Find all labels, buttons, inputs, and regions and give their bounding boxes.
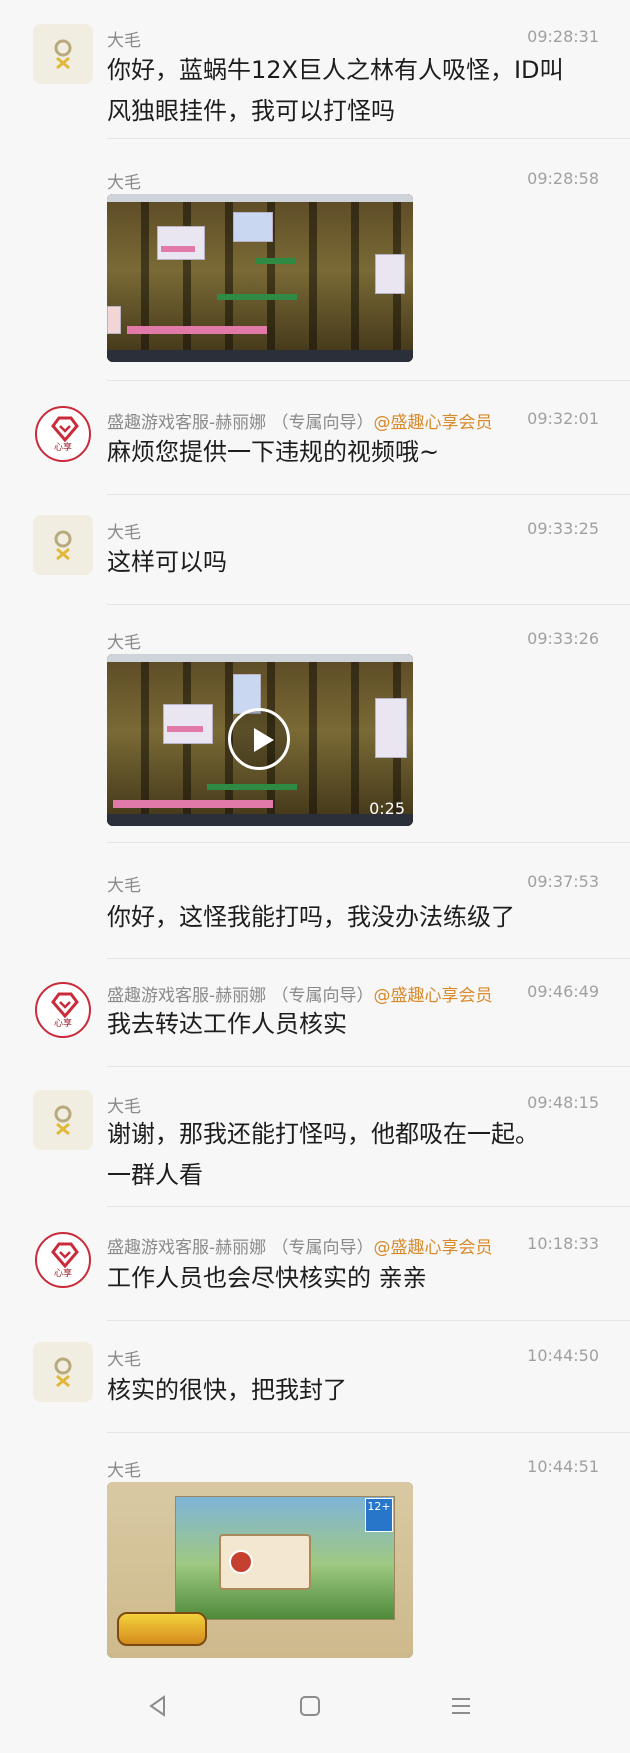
sender-name: 大毛 [107,523,141,543]
sender-name: 大毛 [107,876,141,896]
message-text: 核实的很快，把我封了 [107,1376,347,1404]
sender-name: 大毛 [107,1350,141,1370]
sender-name: 大毛 [107,31,141,51]
message-time: 09:28:58 [527,169,599,188]
message-time: 09:33:25 [527,519,599,538]
message-time: 09:48:15 [527,1093,599,1112]
cs-avatar-label: 心享 [53,443,72,453]
divider [107,1066,630,1067]
divider [107,380,630,381]
divider [107,1432,630,1433]
message-time: 10:44:50 [527,1346,599,1365]
sender-name: 盛趣游戏客服-赫丽娜 （专属向导）@盛趣心享会员 [107,1238,493,1258]
sender-name: 大毛 [107,633,141,653]
message-time: 09:33:26 [527,629,599,648]
user-avatar[interactable] [33,515,93,575]
cs-avatar[interactable]: 心享 [35,406,91,462]
image-thumbnail[interactable]: 12+ [107,1482,413,1658]
message-time: 09:32:01 [527,409,599,428]
message-text: 你好，蓝蜗牛12X巨人之林有人吸怪，ID叫 风独眼挂件，我可以打怪吗 [107,56,564,125]
divider [107,842,630,843]
ban-dialog [219,1534,311,1590]
sender-name: 大毛 [107,1461,141,1481]
divider [107,1206,630,1207]
age-rating-badge: 12+ [365,1498,393,1532]
message-time: 09:28:31 [527,27,599,46]
message-text: 你好，这怪我能打吗，我没办法练级了 [107,903,515,931]
cs-avatar[interactable]: 心享 [35,1232,91,1288]
sender-name: 盛趣游戏客服-赫丽娜 （专属向导）@盛趣心享会员 [107,413,493,433]
image-thumbnail[interactable] [107,194,413,362]
menu-button[interactable] [441,1686,481,1726]
user-avatar[interactable] [33,1342,93,1402]
message-text: 我去转达工作人员核实 [107,1010,347,1038]
divider [107,1320,630,1321]
game-logo [117,1612,207,1646]
message-time: 10:44:51 [527,1457,599,1476]
user-avatar[interactable] [33,1090,93,1150]
home-button[interactable] [290,1686,330,1726]
menu-icon [452,1698,470,1714]
play-icon[interactable] [228,708,290,770]
back-icon [149,1695,165,1717]
divider [107,958,630,959]
message-text: 谢谢，那我还能打怪吗，他都吸在一起。 一群人看 [107,1120,539,1189]
user-avatar[interactable] [33,24,93,84]
message-time: 09:37:53 [527,872,599,891]
cs-avatar[interactable]: 心享 [35,982,91,1038]
message-time: 09:46:49 [527,982,599,1001]
message-time: 10:18:33 [527,1234,599,1253]
vip-tag: @盛趣心享会员 [373,1238,493,1258]
message-text: 这样可以吗 [107,548,227,576]
cs-avatar-label: 心享 [53,1019,72,1029]
divider [107,494,630,495]
back-button[interactable] [138,1686,178,1726]
divider [107,138,630,139]
system-nav-bar [0,1672,630,1753]
vip-tag: @盛趣心享会员 [373,986,493,1006]
sender-name: 大毛 [107,173,141,193]
video-thumbnail[interactable]: 0:25 [107,654,413,826]
message-text: 麻烦您提供一下违规的视频哦~ [107,438,440,466]
vip-tag: @盛趣心享会员 [373,413,493,433]
home-icon [300,1696,320,1716]
sender-name: 盛趣游戏客服-赫丽娜 （专属向导）@盛趣心享会员 [107,986,493,1006]
message-text: 工作人员也会尽快核实的 亲亲 [107,1264,427,1292]
video-duration: 0:25 [369,799,405,818]
divider [107,604,630,605]
cs-avatar-label: 心享 [53,1269,72,1279]
